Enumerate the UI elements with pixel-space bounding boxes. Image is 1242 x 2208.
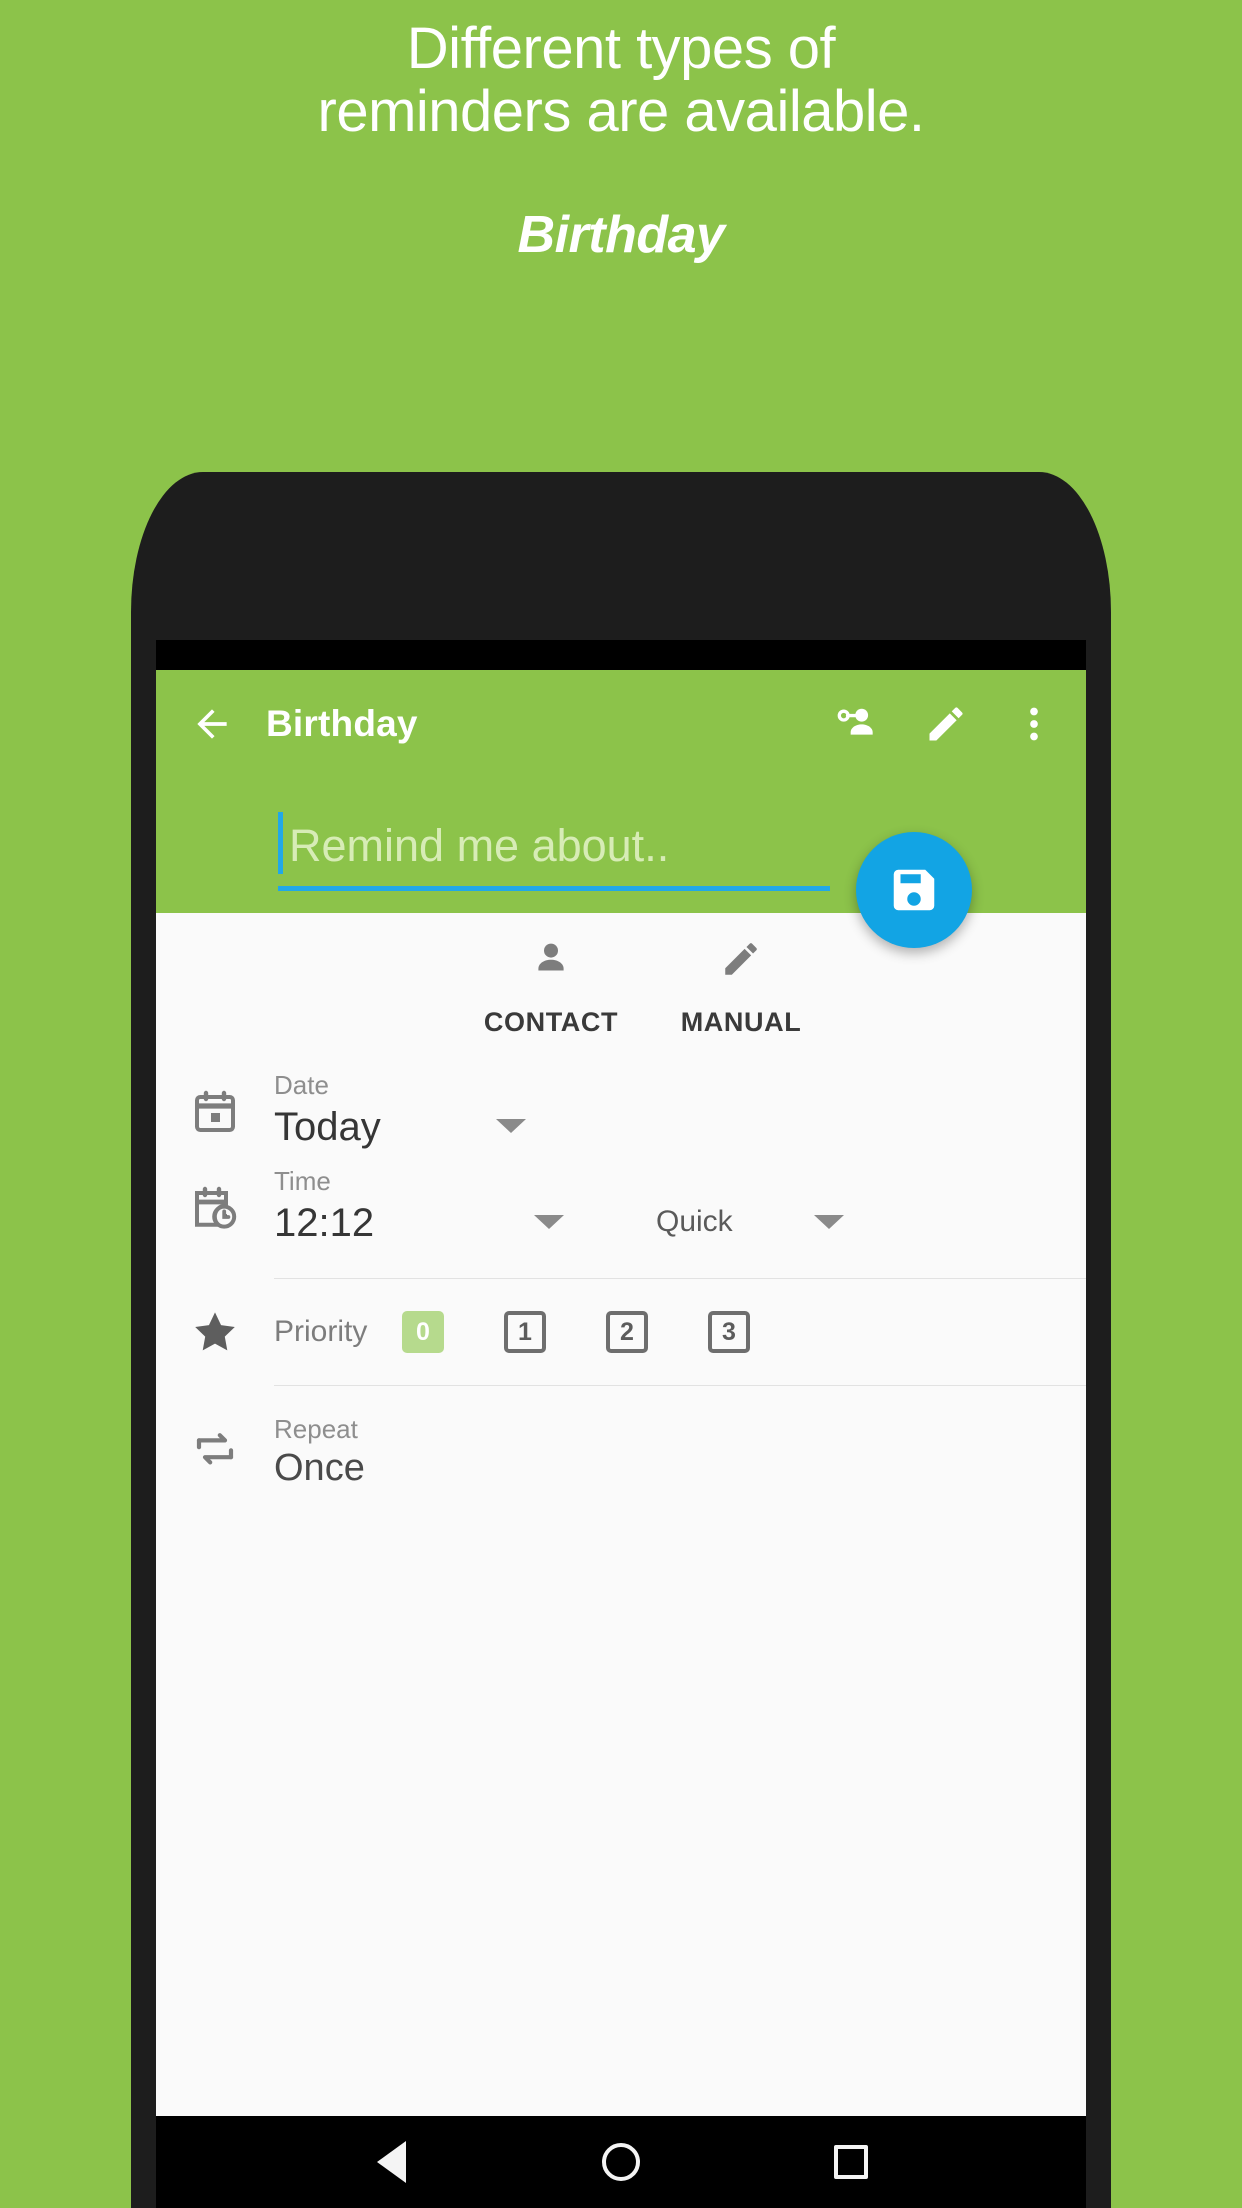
tab-manual-icon-wrap (720, 933, 762, 985)
repeat-icon (196, 1433, 234, 1465)
priority-option-1[interactable]: 1 (504, 1311, 546, 1353)
overflow-menu-button[interactable] (1004, 694, 1064, 754)
phone-screen: Birthday Remind me about.. CONTACT MANUA… (156, 640, 1086, 2208)
overflow-menu-icon (1030, 707, 1038, 741)
time-row[interactable]: Time 12:12 Quick (156, 1166, 1086, 1246)
tab-manual[interactable]: MANUAL (646, 933, 836, 1038)
save-floppy-icon (893, 869, 935, 911)
tab-contact[interactable]: CONTACT (456, 933, 646, 1038)
input-underline (278, 886, 830, 891)
promo-headline-line1: Different types of (406, 16, 836, 81)
tab-contact-icon-wrap (530, 933, 572, 985)
nav-back-button[interactable] (355, 2126, 427, 2198)
star-icon (195, 1312, 235, 1351)
time-value-line[interactable]: 12:12 (274, 1197, 564, 1246)
circle-home-icon (602, 2143, 640, 2181)
promo-headline-line2: reminders are available. (317, 78, 925, 144)
date-icon-wrap (156, 1070, 274, 1136)
time-label: Time (274, 1166, 331, 1196)
priority-option-3[interactable]: 3 (708, 1311, 750, 1353)
pencil-icon (929, 707, 963, 741)
nav-recents-button[interactable] (815, 2126, 887, 2198)
date-value-line[interactable]: Today (274, 1101, 526, 1150)
priority-body: Priority 0 1 2 3 (274, 1311, 1086, 1353)
person-add-icon (837, 708, 873, 735)
repeat-body: Repeat Once (274, 1414, 1086, 1490)
repeat-value: Once (274, 1447, 365, 1489)
time-value: 12:12 (274, 1201, 375, 1245)
square-recents-icon (834, 2145, 868, 2179)
priority-option-0[interactable]: 0 (402, 1311, 444, 1353)
date-row[interactable]: Date Today (156, 1070, 1086, 1150)
promo-banner: Different types of reminders are availab… (0, 0, 1242, 265)
time-quick-label: Quick (656, 1204, 733, 1238)
app-title: Birthday (266, 703, 418, 744)
reminder-form-sheet: CONTACT MANUAL Date Today Time 12:12 Qui… (156, 913, 1086, 2116)
reminder-title-placeholder: Remind me about.. (289, 820, 670, 871)
repeat-label: Repeat (274, 1414, 358, 1444)
triangle-back-icon (376, 2141, 406, 2183)
promo-subtitle: Birthday (517, 206, 725, 265)
tab-manual-label: MANUAL (680, 1007, 802, 1037)
priority-icon-wrap (156, 1307, 274, 1357)
text-caret (278, 812, 283, 874)
pencil-icon (725, 943, 757, 975)
tab-contact-label: CONTACT (483, 1007, 619, 1037)
priority-option-2[interactable]: 2 (606, 1311, 648, 1353)
chevron-down-icon[interactable] (496, 1118, 526, 1133)
phone-device-mockup: Birthday Remind me about.. CONTACT MANUA… (131, 472, 1111, 2208)
status-bar (156, 640, 1086, 670)
android-navigation-bar (156, 2116, 1086, 2208)
reminder-title-field[interactable]: Remind me about.. (278, 798, 830, 891)
nav-home-button[interactable] (585, 2126, 657, 2198)
chevron-down-icon[interactable] (814, 1214, 844, 1229)
edit-button[interactable] (916, 694, 976, 754)
chevron-down-icon[interactable] (534, 1214, 564, 1229)
repeat-row[interactable]: Repeat Once (156, 1414, 1086, 1490)
date-value: Today (274, 1105, 381, 1149)
add-contact-button[interactable] (828, 694, 888, 754)
date-label: Date (274, 1070, 329, 1100)
calendar-clock-icon (195, 1186, 237, 1229)
priority-row: Priority 0 1 2 3 (156, 1279, 1086, 1385)
arrow-left-icon (197, 709, 227, 739)
person-icon (538, 943, 564, 971)
time-icon-wrap (156, 1166, 274, 1232)
calendar-icon (195, 1090, 235, 1132)
save-fab-button[interactable] (856, 832, 972, 948)
back-button[interactable] (182, 694, 242, 754)
time-body: Time 12:12 Quick (274, 1166, 1086, 1246)
repeat-icon-wrap (156, 1414, 274, 1474)
time-quick-dropdown[interactable]: Quick (656, 1205, 844, 1239)
promo-headline: Different types of reminders are availab… (0, 16, 1242, 144)
time-controls: 12:12 Quick (274, 1197, 1058, 1246)
divider-below-priority (274, 1385, 1086, 1386)
date-body: Date Today (274, 1070, 1086, 1150)
priority-label: Priority (274, 1315, 368, 1348)
